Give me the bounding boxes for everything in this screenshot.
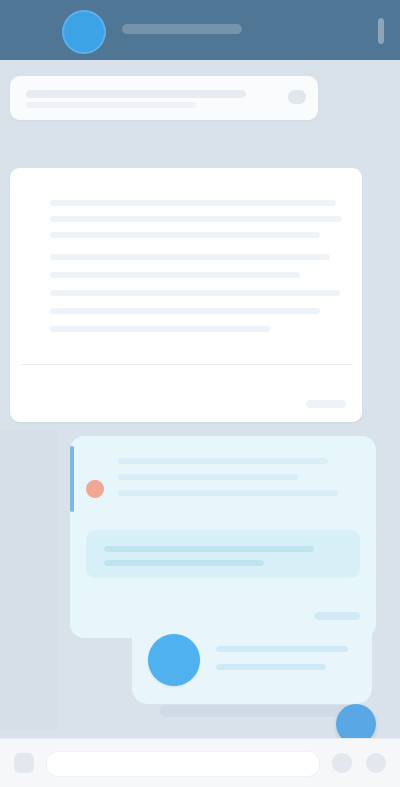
message-text-line [50,200,336,206]
more-vert-icon[interactable] [378,18,384,44]
top-bar [0,0,400,60]
chat-title [122,24,242,34]
mic-icon[interactable] [366,753,386,773]
message-composer [0,738,400,787]
emoji-icon[interactable] [332,753,352,773]
media-message[interactable] [132,620,372,704]
reply-bar [70,446,74,512]
quoted-message[interactable] [86,530,360,578]
quoted-line [104,560,264,566]
message-time [306,400,346,408]
media-waveform [216,664,326,670]
message-text-line [50,308,320,314]
message-text-line [50,290,340,296]
reply-icon [86,480,104,498]
left-background-area [0,430,58,730]
incoming-message[interactable] [10,168,362,422]
message-text-line [50,232,320,238]
reply-preview-line [118,474,298,480]
message-text-line [50,272,300,278]
message-meta [160,705,360,717]
message-text-line [50,326,270,332]
play-icon[interactable] [148,634,200,686]
message-text-line [50,254,330,260]
pinned-line-2 [26,102,196,108]
message-divider [20,364,352,365]
quoted-line [104,546,314,552]
pinned-line-1 [26,90,246,98]
avatar[interactable] [62,10,106,54]
reply-preview-line [118,490,338,496]
pinned-badge [288,90,306,104]
pinned-message-card[interactable] [10,76,318,120]
paperclip-icon[interactable] [14,753,34,773]
outgoing-time [314,612,360,620]
message-text-line [50,216,342,222]
media-waveform [216,646,348,652]
message-input[interactable] [46,751,320,777]
reply-preview-line [118,458,328,464]
outgoing-message[interactable] [70,436,376,638]
